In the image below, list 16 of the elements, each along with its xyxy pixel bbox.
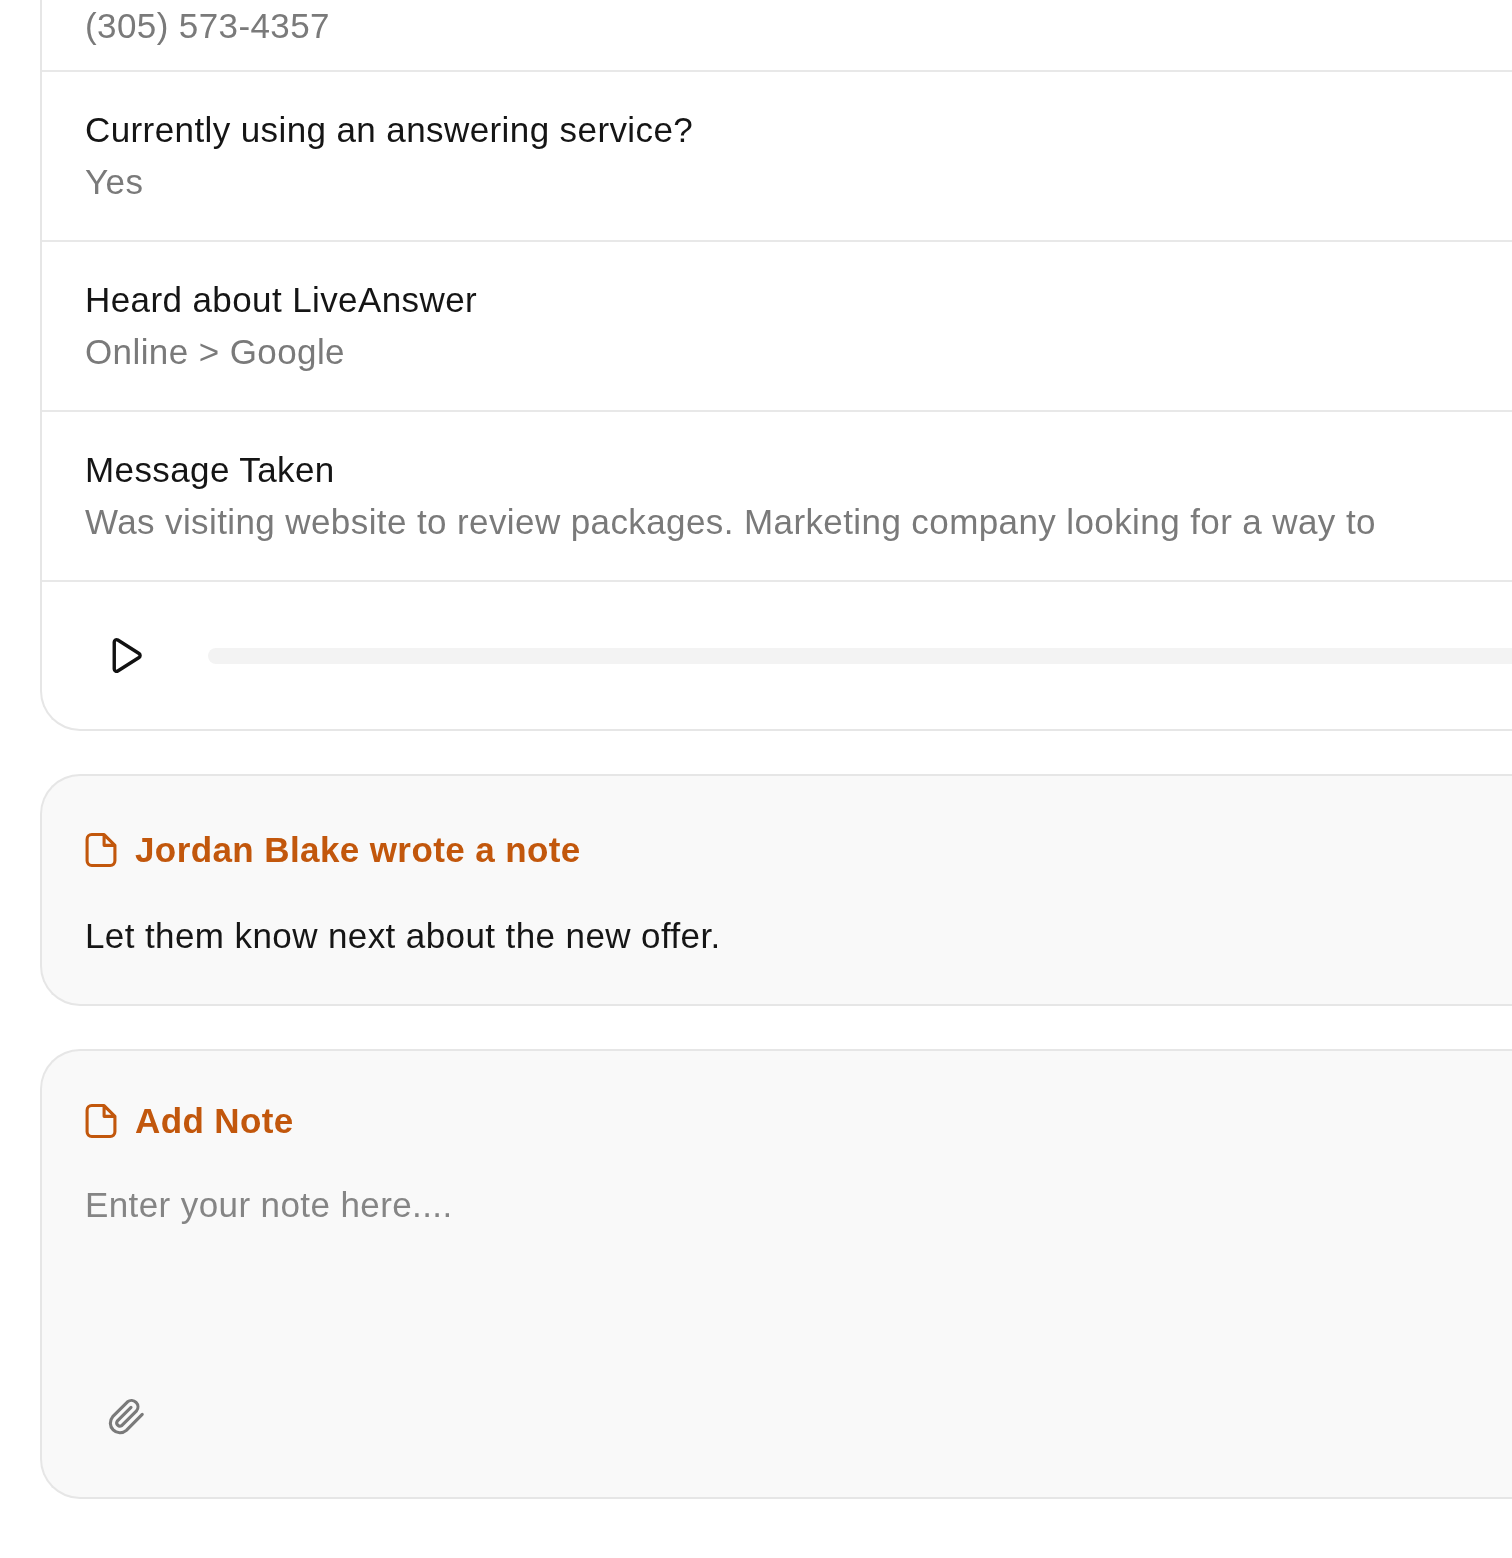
play-icon[interactable] (110, 637, 144, 674)
note-input-field[interactable]: Enter your note here.... (85, 1179, 1385, 1359)
field-label: Currently using an answering service? (85, 109, 695, 151)
field-value: Yes (85, 161, 145, 203)
field-value: Was visiting website to review packages. Marketing company looking for a way to (85, 501, 1377, 543)
document-icon (85, 1104, 117, 1138)
add-note-composer[interactable]: Add Note Enter your note here.... (40, 1049, 1512, 1499)
add-note-heading: Add Note (135, 1101, 294, 1141)
field-value: (305) 573-4357 (85, 5, 331, 47)
field-label: Message Taken (85, 449, 336, 491)
field-label: Heard about LiveAnswer (85, 279, 479, 321)
paperclip-icon[interactable] (107, 1397, 145, 1435)
field-value: Online > Google (85, 331, 346, 373)
note-heading: Jordan Blake wrote a note (135, 830, 581, 870)
note-text: Let them know next about the new offer. (85, 915, 722, 957)
document-icon (85, 833, 117, 867)
